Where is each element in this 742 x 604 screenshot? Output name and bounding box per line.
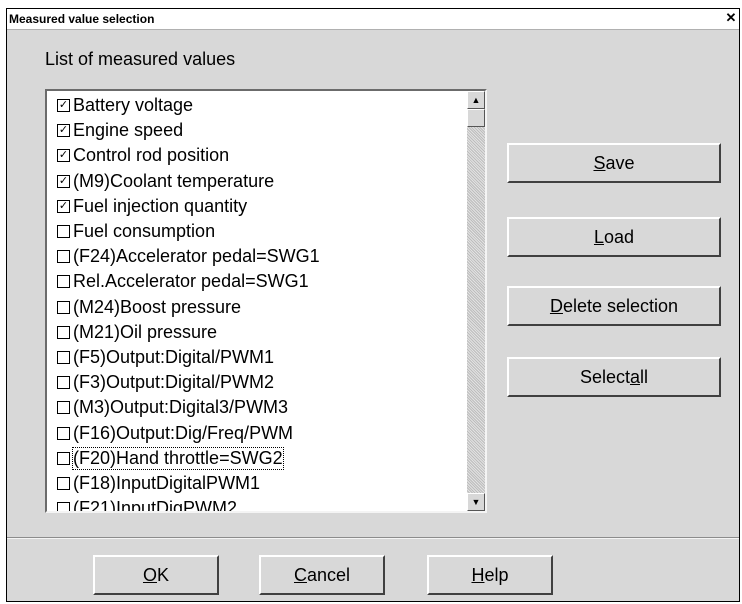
list-item-label: Engine speed xyxy=(73,120,184,141)
dialog-window: Measured value selection ✕ List of measu… xyxy=(6,8,740,602)
checkbox[interactable] xyxy=(57,476,70,490)
save-label-post: ave xyxy=(605,152,635,173)
bottom-separator xyxy=(7,537,739,539)
check-icon[interactable]: ✓ xyxy=(57,124,70,138)
list-item-label: (F5)Output:Digital/PWM1 xyxy=(73,346,275,367)
load-label-post: oad xyxy=(603,226,635,247)
delete-mnemonic: D xyxy=(549,295,563,316)
list-item-label: (F3)Output:Digital/PWM2 xyxy=(73,372,275,393)
list-item[interactable]: (F5)Output:Digital/PWM1 xyxy=(57,345,459,370)
list-item[interactable]: ✓ (M9)Coolant temperature xyxy=(57,169,459,194)
window-title: Measured value selection xyxy=(9,12,155,26)
select-all-button[interactable]: Select a ll xyxy=(507,357,721,397)
list-item[interactable]: ✓ Engine speed xyxy=(57,118,459,143)
vertical-scrollbar[interactable]: ▲ ▼ xyxy=(467,91,485,511)
arrow-down-icon[interactable]: ▼ xyxy=(467,493,485,511)
title-bar[interactable]: Measured value selection ✕ xyxy=(7,9,739,30)
checkbox[interactable] xyxy=(57,250,70,264)
list-item[interactable]: (F20)Hand throttle=SWG2 xyxy=(57,446,459,471)
checkbox[interactable] xyxy=(57,350,70,364)
cancel-mnemonic: C xyxy=(293,564,307,585)
checkbox[interactable] xyxy=(57,300,70,314)
list-item-label: (F21)InputDigPWM2 xyxy=(73,498,238,513)
help-label-post: elp xyxy=(484,564,509,585)
list-item-label: (F20)Hand throttle=SWG2 xyxy=(72,446,284,470)
select-all-label-post: ll xyxy=(640,366,649,387)
list-items: ✓ Battery voltage ✓ Engine speed ✓ Control ro… xyxy=(57,93,459,513)
list-item[interactable]: (F21)InputDigPWM2 xyxy=(57,496,459,513)
list-item-label: (M3)Output:Digital3/PWM3 xyxy=(73,397,289,418)
list-item-label: (M24)Boost pressure xyxy=(73,296,242,317)
list-item[interactable]: (F24)Accelerator pedal=SWG1 xyxy=(57,244,459,269)
ok-mnemonic: O xyxy=(142,564,157,585)
list-item[interactable]: Fuel consumption xyxy=(57,219,459,244)
list-label: List of measured values xyxy=(45,49,236,69)
load-mnemonic: L xyxy=(593,226,604,247)
checkbox[interactable] xyxy=(57,376,70,390)
checkbox[interactable] xyxy=(57,275,70,289)
list-item[interactable]: ✓ Battery voltage xyxy=(57,93,459,118)
delete-selection-button[interactable]: Delete selection xyxy=(507,286,721,326)
list-item-label: Fuel consumption xyxy=(73,221,216,242)
select-all-label-pre: Select xyxy=(579,366,630,387)
list-item-label: (M9)Coolant temperature xyxy=(73,170,275,191)
list-item[interactable]: (M3)Output:Digital3/PWM3 xyxy=(57,395,459,420)
list-item[interactable]: Rel.Accelerator pedal=SWG1 xyxy=(57,269,459,294)
check-icon[interactable]: ✓ xyxy=(57,199,70,213)
check-icon[interactable]: ✓ xyxy=(57,174,70,188)
list-item-label: (F24)Accelerator pedal=SWG1 xyxy=(73,246,320,267)
cancel-button[interactable]: Cancel xyxy=(259,555,385,595)
select-all-mnemonic: a xyxy=(630,366,641,387)
save-mnemonic: S xyxy=(593,152,606,173)
cancel-label-post: ancel xyxy=(306,564,351,585)
list-item[interactable]: (M24)Boost pressure xyxy=(57,295,459,320)
close-icon[interactable]: ✕ xyxy=(723,11,739,25)
ok-button[interactable]: OK xyxy=(93,555,219,595)
list-item[interactable]: (F18)InputDigitalPWM1 xyxy=(57,471,459,496)
help-button[interactable]: Help xyxy=(427,555,553,595)
scrollbar-thumb[interactable] xyxy=(467,109,485,127)
ok-label-post: K xyxy=(157,564,170,585)
checkbox[interactable] xyxy=(57,225,70,239)
checkbox[interactable] xyxy=(57,401,70,415)
arrow-up-icon[interactable]: ▲ xyxy=(467,91,485,109)
list-item[interactable]: (F3)Output:Digital/PWM2 xyxy=(57,370,459,395)
checkbox[interactable] xyxy=(57,325,70,339)
delete-label-post: elete selection xyxy=(562,295,679,316)
list-item-label: (F16)Output:Dig/Freq/PWM xyxy=(73,422,294,443)
list-item-label: (M21)Oil pressure xyxy=(73,321,218,342)
measured-values-listbox[interactable]: ✓ Battery voltage ✓ Engine speed ✓ Control ro… xyxy=(45,89,487,513)
help-mnemonic: H xyxy=(471,564,485,585)
save-button[interactable]: Save xyxy=(507,143,721,183)
checkbox[interactable] xyxy=(57,451,70,465)
list-item[interactable]: (M21)Oil pressure xyxy=(57,320,459,345)
list-item-label: Rel.Accelerator pedal=SWG1 xyxy=(73,271,309,292)
load-button[interactable]: Load xyxy=(507,217,721,257)
list-item-label: Control rod position xyxy=(73,145,230,166)
checkbox[interactable] xyxy=(57,426,70,440)
list-item[interactable]: (F16)Output:Dig/Freq/PWM xyxy=(57,420,459,445)
list-item[interactable]: ✓ Fuel injection quantity xyxy=(57,194,459,219)
list-item-label: (F18)InputDigitalPWM1 xyxy=(73,472,261,493)
list-item-label: Fuel injection quantity xyxy=(73,195,248,216)
check-icon[interactable]: ✓ xyxy=(57,99,70,113)
list-item-label: Battery voltage xyxy=(73,95,194,116)
checkbox[interactable] xyxy=(57,502,70,511)
check-icon[interactable]: ✓ xyxy=(57,149,70,163)
list-item[interactable]: ✓ Control rod position xyxy=(57,143,459,168)
